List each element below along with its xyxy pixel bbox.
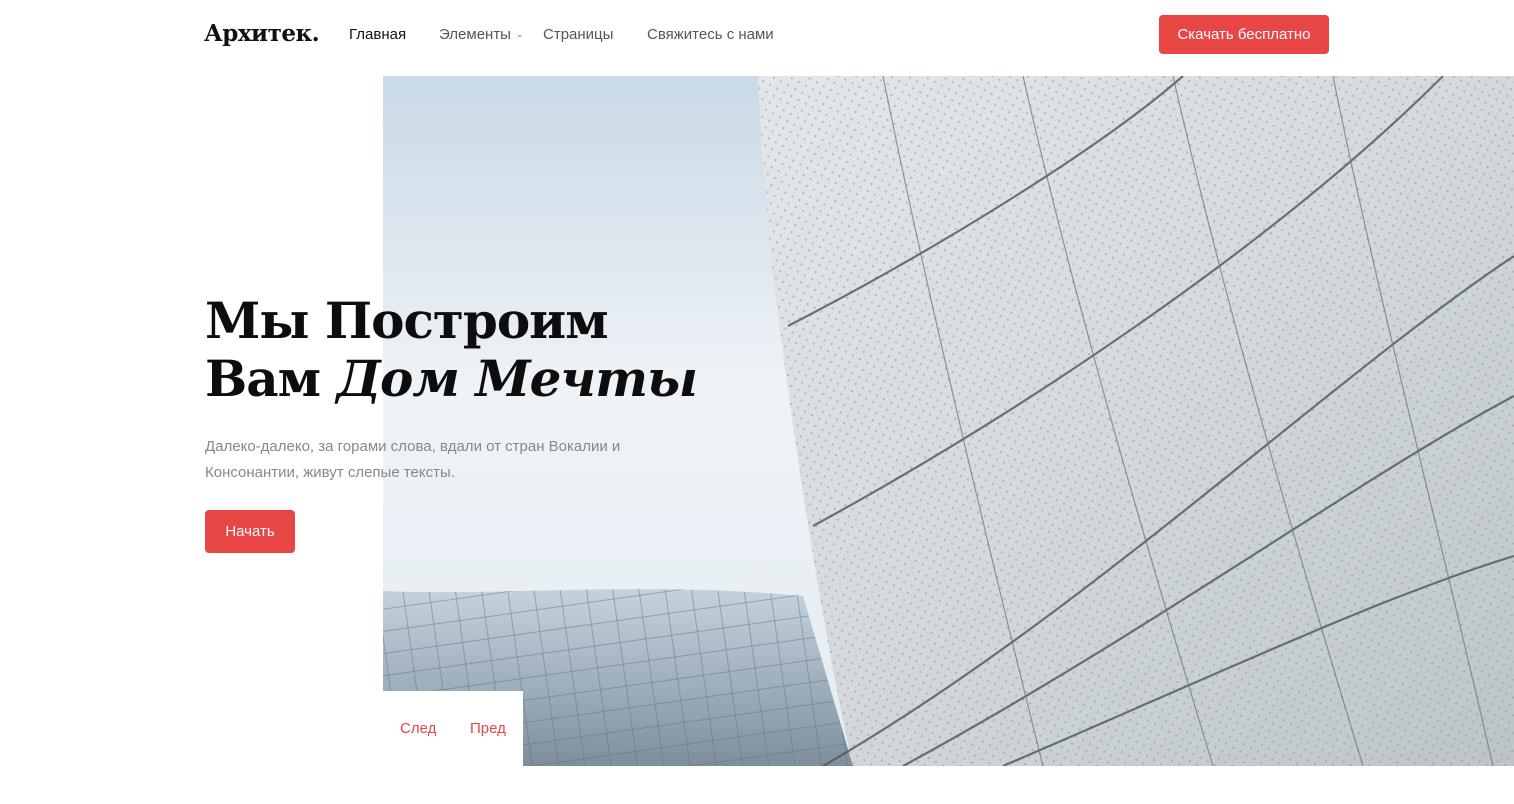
site-header: Архитек. Главная Элементы ⌄ Страницы Свяж… <box>0 0 1514 72</box>
hero-title-highlight: Дом Мечты <box>336 349 698 408</box>
hero-description: Далеко-далеко, за горами слова, вдали от… <box>205 438 621 481</box>
hero-title-line1: Мы Построим <box>205 291 609 350</box>
slider-nav: След Пред <box>383 691 523 766</box>
site-logo[interactable]: Архитек. <box>204 20 320 47</box>
hero-image <box>383 76 1514 766</box>
hero-title: Мы Построим Вам Дом Мечты <box>205 291 698 408</box>
download-free-button[interactable]: Скачать бесплатно <box>1159 15 1329 54</box>
nav-item-home[interactable]: Главная <box>349 26 406 43</box>
nav-item-elements-label: Элементы <box>439 26 511 43</box>
nav-item-elements[interactable]: Элементы ⌄ <box>439 26 524 43</box>
chevron-down-icon: ⌄ <box>515 29 524 39</box>
hero-title-line2: Вам <box>205 349 321 408</box>
nav-item-contact[interactable]: Свяжитесь с нами <box>647 26 774 43</box>
start-button[interactable]: Начать <box>205 510 295 553</box>
slider-next-link[interactable]: След <box>400 720 436 737</box>
nav-item-pages[interactable]: Страницы <box>543 26 613 43</box>
slider-prev-link[interactable]: Пред <box>470 720 506 737</box>
